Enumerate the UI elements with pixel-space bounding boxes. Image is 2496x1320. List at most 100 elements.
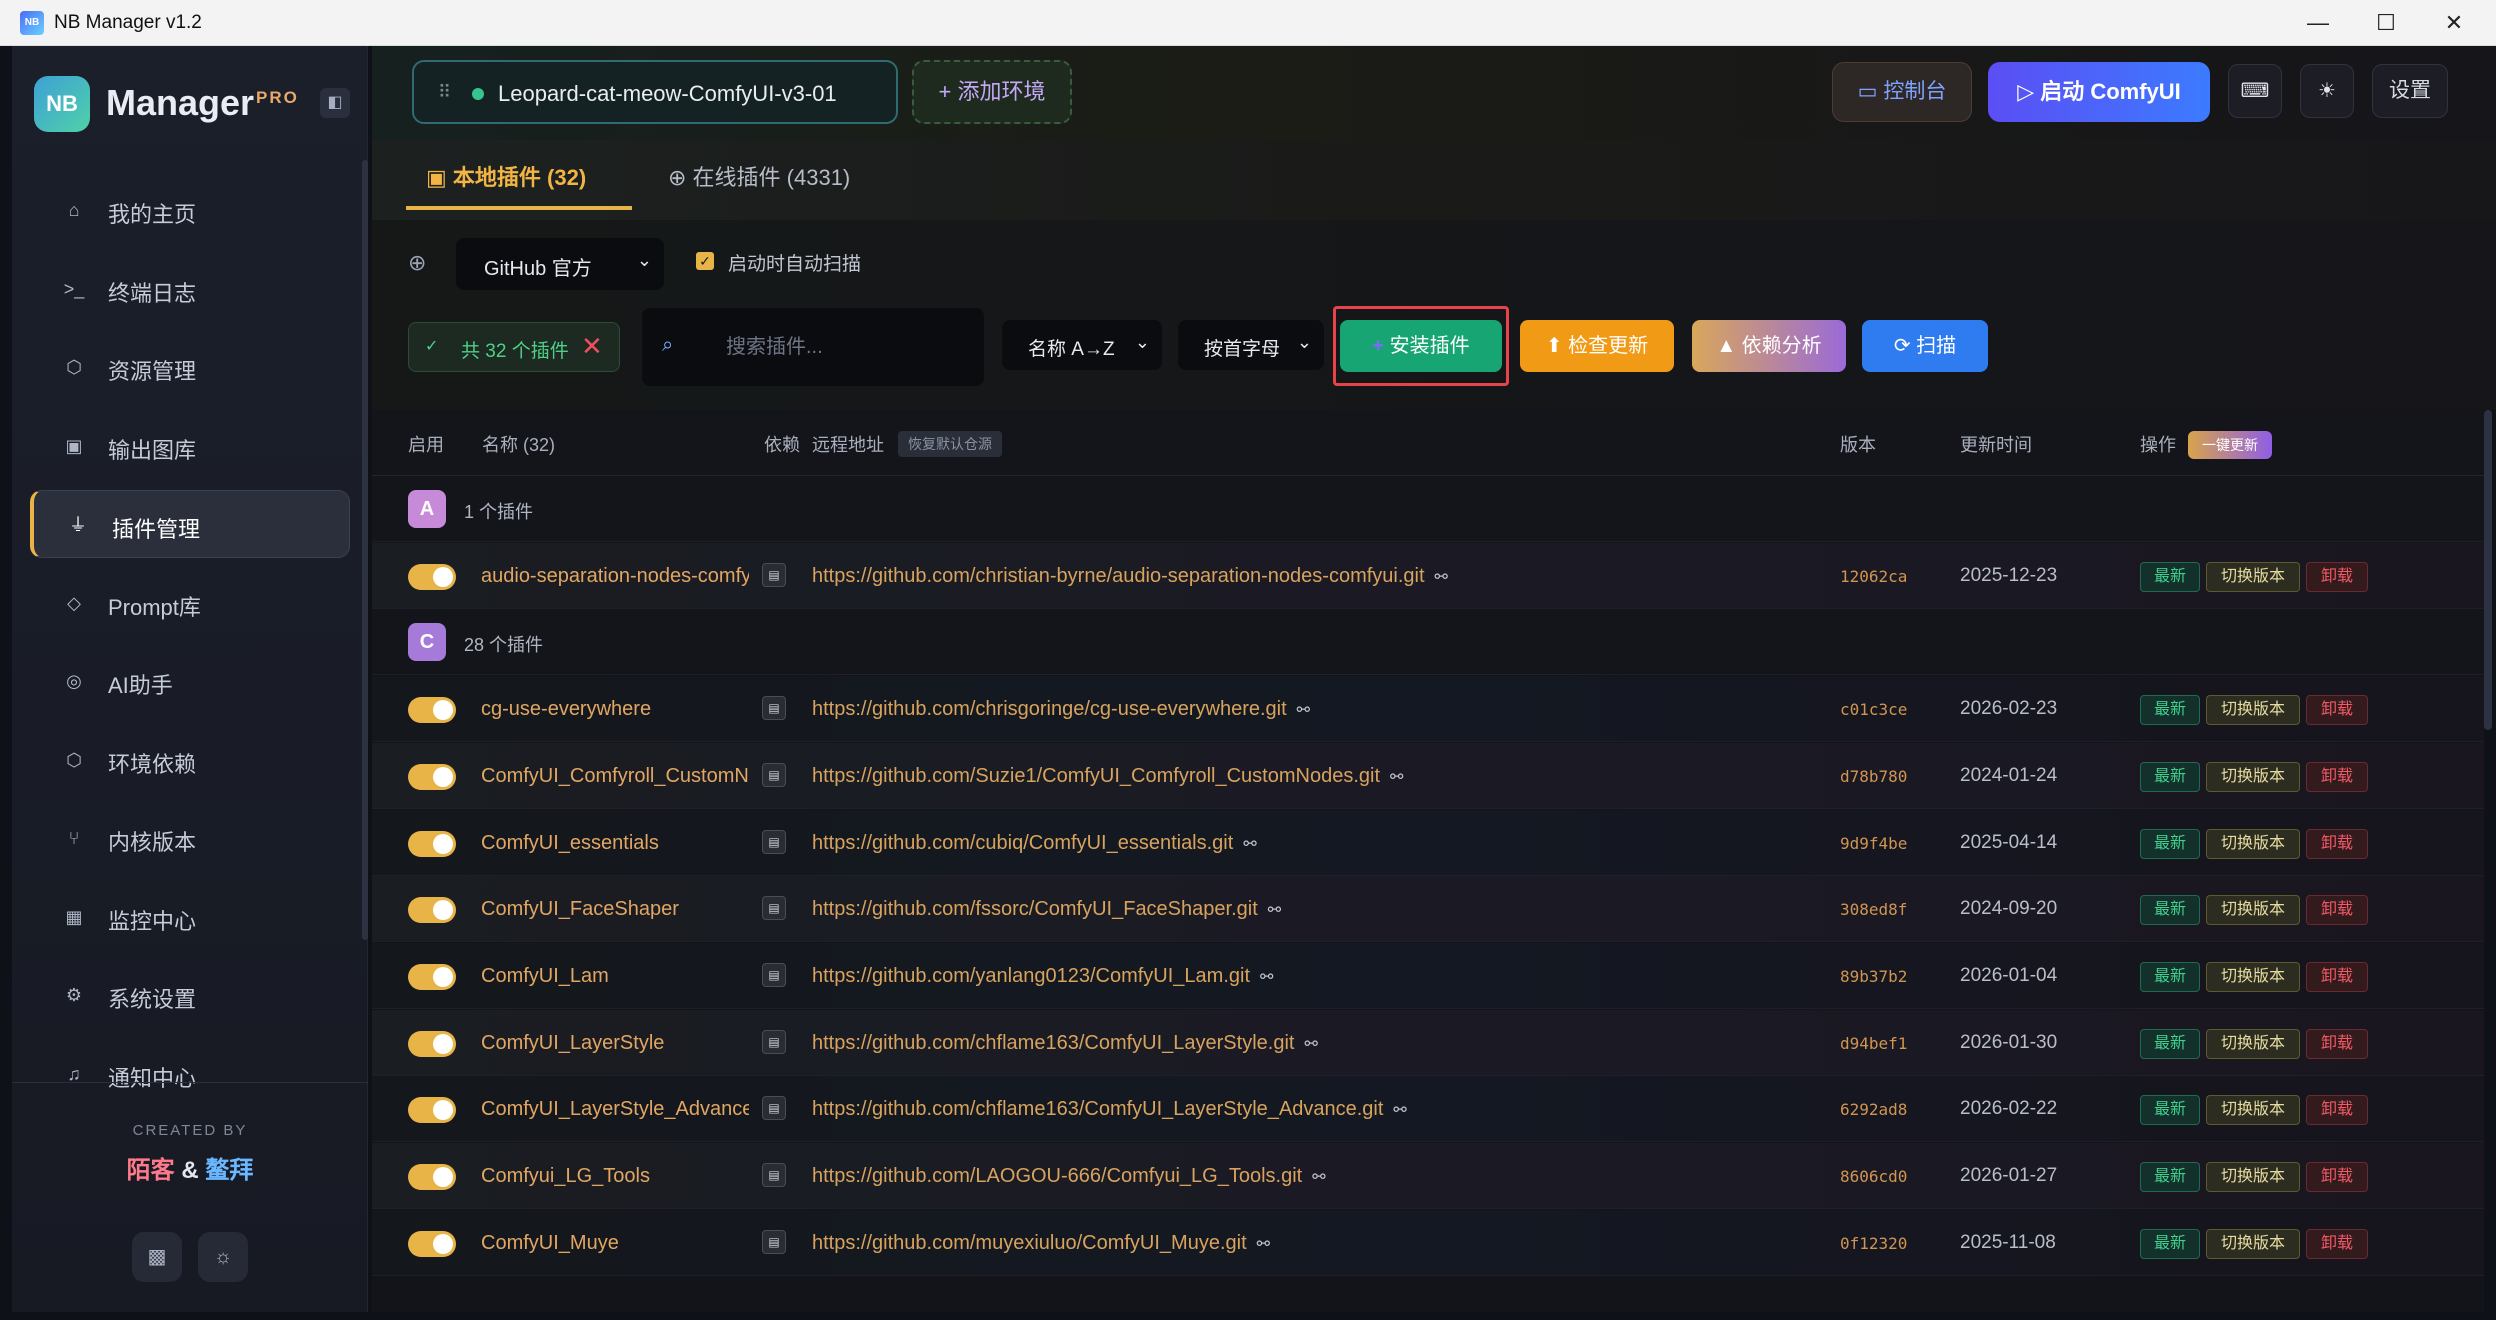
switch-version-button[interactable]: 切换版本 (2206, 828, 2300, 859)
enable-toggle[interactable] (408, 1097, 456, 1124)
dependency-icon[interactable]: ▤ (762, 1229, 786, 1254)
dependency-icon[interactable]: ▤ (762, 962, 786, 987)
switch-version-button[interactable]: 切换版本 (2206, 1028, 2300, 1059)
sidebar-item-4[interactable]: ⏚ 插件管理 (30, 490, 350, 558)
dependency-analysis-button[interactable]: ▲ 依赖分析 (1692, 320, 1846, 372)
enable-toggle[interactable] (408, 830, 456, 857)
sidebar-item-7[interactable]: ⬡ 环境依赖 (30, 726, 350, 794)
latest-button[interactable]: 最新 (2140, 695, 2200, 726)
latest-button[interactable]: 最新 (2140, 961, 2200, 992)
sidebar-item-10[interactable]: ⚙ 系统设置 (30, 961, 350, 1029)
start-comfyui-button[interactable]: ▷ 启动 ComfyUI (1988, 62, 2210, 122)
remote-url[interactable]: https://github.com/chflame163/ComfyUI_La… (812, 1098, 1407, 1121)
latest-button[interactable]: 最新 (2140, 1095, 2200, 1126)
link-icon[interactable]: ⚯ (1435, 567, 1448, 587)
switch-version-button[interactable]: 切换版本 (2206, 1228, 2300, 1259)
enable-toggle[interactable] (408, 963, 456, 990)
tab-local-plugins[interactable]: ▣ 本地插件 (32) (406, 160, 632, 210)
enable-toggle[interactable] (408, 763, 456, 790)
maximize-icon[interactable]: ☐ (2352, 0, 2420, 46)
link-icon[interactable]: ⚯ (1393, 1100, 1406, 1120)
latest-button[interactable]: 最新 (2140, 1028, 2200, 1059)
collapse-sidebar-icon[interactable]: ◧ (320, 88, 350, 118)
dependency-icon[interactable]: ▤ (762, 1163, 786, 1187)
switch-version-button[interactable]: 切换版本 (2206, 1095, 2300, 1126)
enable-toggle[interactable] (408, 1164, 456, 1190)
uninstall-button[interactable]: 卸载 (2306, 1228, 2368, 1259)
enable-toggle[interactable] (408, 1030, 456, 1057)
sidebar-item-8[interactable]: ⑂ 内核版本 (30, 804, 350, 872)
sidebar-item-5[interactable]: ◇ Prompt库 (30, 569, 350, 637)
switch-version-button[interactable]: 切换版本 (2206, 561, 2300, 592)
add-environment-button[interactable]: + 添加环境 (912, 60, 1072, 124)
dependency-icon[interactable]: ▤ (762, 762, 786, 787)
latest-button[interactable]: 最新 (2140, 1162, 2200, 1192)
qr-icon[interactable]: ▩ (132, 1232, 182, 1282)
enable-toggle[interactable] (408, 563, 456, 590)
uninstall-button[interactable]: 卸载 (2306, 761, 2368, 792)
auto-scan-checkbox[interactable]: ✓ (696, 252, 714, 270)
tab-online-plugins[interactable]: ⊕ 在线插件 (4331) (668, 160, 898, 210)
remote-url[interactable]: https://github.com/LAOGOU-666/Comfyui_LG… (812, 1165, 1326, 1188)
switch-version-button[interactable]: 切换版本 (2206, 695, 2300, 726)
latest-button[interactable]: 最新 (2140, 895, 2200, 926)
switch-version-button[interactable]: 切换版本 (2206, 895, 2300, 926)
header-name[interactable]: 名称 (32) (482, 431, 555, 457)
remote-url[interactable]: https://github.com/fssorc/ComfyUI_FaceSh… (812, 898, 1281, 921)
uninstall-button[interactable]: 卸载 (2306, 961, 2368, 992)
uninstall-button[interactable]: 卸载 (2306, 828, 2368, 859)
link-icon[interactable]: ⚯ (1243, 834, 1256, 854)
enable-toggle[interactable] (408, 1230, 456, 1257)
latest-button[interactable]: 最新 (2140, 1228, 2200, 1259)
close-icon[interactable]: ✕ (2420, 0, 2488, 46)
uninstall-button[interactable]: 卸载 (2306, 1095, 2368, 1126)
dependency-icon[interactable]: ▤ (762, 1029, 786, 1054)
dependency-icon[interactable]: ▤ (762, 696, 786, 721)
sidebar-item-6[interactable]: ◎ AI助手 (30, 647, 350, 715)
sort-name-select[interactable]: 名称 A→Z ⌄ (1002, 320, 1162, 370)
enable-toggle[interactable] (408, 697, 456, 724)
clear-filter-icon[interactable]: ✕ (581, 331, 603, 362)
source-select[interactable]: GitHub 官方 ⌄ (456, 238, 664, 290)
switch-version-button[interactable]: 切换版本 (2206, 761, 2300, 792)
remote-url[interactable]: https://github.com/muyexiuluo/ComfyUI_Mu… (812, 1232, 1270, 1255)
sidebar-item-1[interactable]: >_ 终端日志 (30, 255, 350, 323)
uninstall-button[interactable]: 卸载 (2306, 1162, 2368, 1192)
settings-button[interactable]: 设置 (2372, 64, 2448, 118)
latest-button[interactable]: 最新 (2140, 828, 2200, 859)
dependency-icon[interactable]: ▤ (762, 1096, 786, 1121)
link-icon[interactable]: ⚯ (1260, 967, 1273, 987)
install-plugin-button[interactable]: + 安装插件 (1340, 320, 1502, 372)
switch-version-button[interactable]: 切换版本 (2206, 1162, 2300, 1192)
console-button[interactable]: ▭ 控制台 (1832, 62, 1972, 122)
uninstall-button[interactable]: 卸载 (2306, 895, 2368, 926)
keyboard-icon[interactable]: ⌨ (2228, 64, 2282, 118)
latest-button[interactable]: 最新 (2140, 761, 2200, 792)
sidebar-item-3[interactable]: ▣ 输出图库 (30, 412, 350, 480)
sidebar-item-0[interactable]: ⌂ 我的主页 (30, 176, 350, 244)
scan-button[interactable]: ⟳ 扫描 (1862, 320, 1988, 372)
restore-default-source-button[interactable]: 恢复默认仓源 (898, 431, 1002, 457)
remote-url[interactable]: https://github.com/christian-byrne/audio… (812, 565, 1448, 588)
remote-url[interactable]: https://github.com/cubiq/ComfyUI_essenti… (812, 832, 1257, 855)
link-icon[interactable]: ⚯ (1312, 1167, 1325, 1187)
sidebar-scrollbar[interactable] (362, 160, 368, 940)
sidebar-item-9[interactable]: ▦ 监控中心 (30, 883, 350, 951)
remote-url[interactable]: https://github.com/Suzie1/ComfyUI_Comfyr… (812, 765, 1403, 788)
minimize-icon[interactable]: — (2284, 0, 2352, 46)
sun-icon[interactable]: ☼ (198, 1232, 248, 1282)
remote-url[interactable]: https://github.com/chflame163/ComfyUI_La… (812, 1032, 1318, 1055)
uninstall-button[interactable]: 卸载 (2306, 695, 2368, 726)
link-icon[interactable]: ⚯ (1257, 1234, 1270, 1254)
sort-group-select[interactable]: 按首字母 ⌄ (1178, 320, 1324, 370)
link-icon[interactable]: ⚯ (1268, 900, 1281, 920)
link-icon[interactable]: ⚯ (1304, 1034, 1317, 1054)
link-icon[interactable]: ⚯ (1390, 767, 1403, 787)
uninstall-button[interactable]: 卸载 (2306, 561, 2368, 592)
enable-toggle[interactable] (408, 897, 456, 924)
environment-selector[interactable]: ⠿ Leopard-cat-meow-ComfyUI-v3-01 (412, 60, 898, 124)
dependency-icon[interactable]: ▤ (762, 829, 786, 854)
uninstall-button[interactable]: 卸载 (2306, 1028, 2368, 1059)
search-input[interactable] (726, 332, 966, 362)
sidebar-item-11[interactable]: ♫ 通知中心 (30, 1040, 350, 1108)
